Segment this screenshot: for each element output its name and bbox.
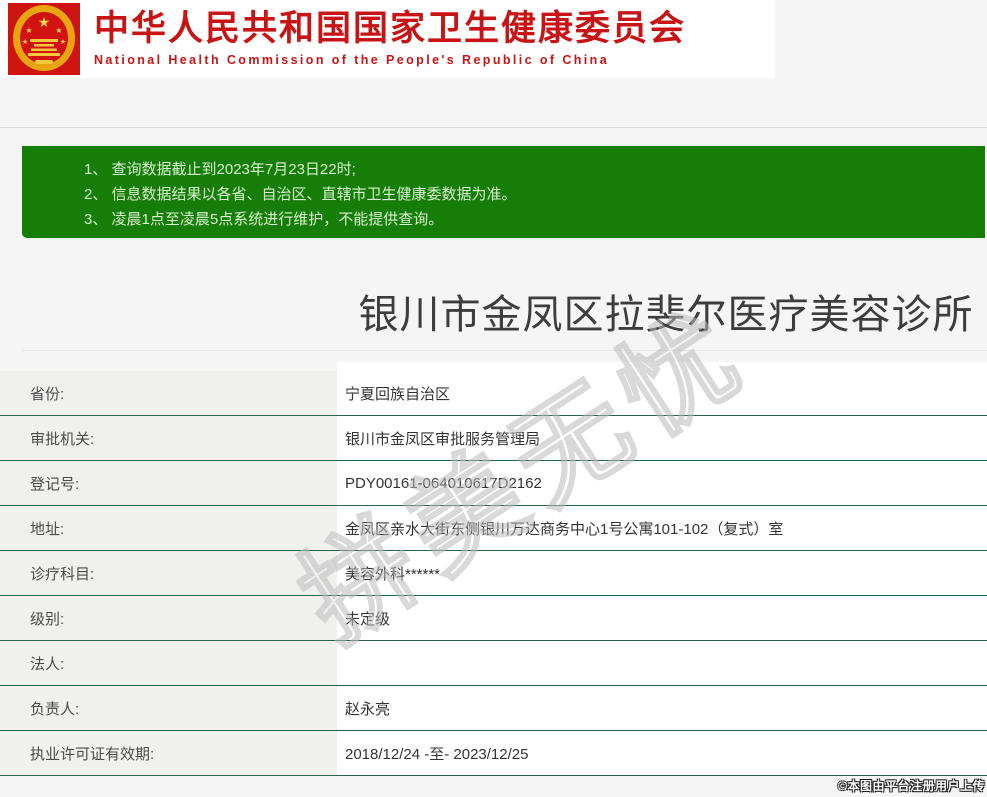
field-value: 2018/12/24 -至- 2023/12/25 xyxy=(337,731,987,775)
table-row-province: 省份: 宁夏回族自治区 xyxy=(0,371,987,416)
svg-text:★: ★ xyxy=(55,26,62,35)
field-label: 诊疗科目: xyxy=(0,551,337,595)
header-divider xyxy=(0,127,987,128)
table-row-treatment-subjects: 诊疗科目: 美容外科****** xyxy=(0,551,987,596)
table-row-legal-person: 法人: xyxy=(0,641,987,686)
field-value: 未定级 xyxy=(337,596,987,640)
field-value xyxy=(337,641,987,685)
field-label: 级别: xyxy=(0,596,337,640)
field-label: 登记号: xyxy=(0,461,337,505)
institution-name-title: 银川市金凤区拉斐尔医疗美容诊所 xyxy=(345,282,987,340)
field-value: 美容外科****** xyxy=(337,551,987,595)
institution-info-table: 省份: 宁夏回族自治区 审批机关: 银川市金凤区审批服务管理局 登记号: PDY… xyxy=(0,371,987,776)
field-value: 银川市金凤区审批服务管理局 xyxy=(337,416,987,460)
field-label: 省份: xyxy=(0,371,337,415)
query-notice-banner: 1、 查询数据截止到2023年7月23日22时; 2、 信息数据结果以各省、自治… xyxy=(22,146,985,238)
svg-text:★: ★ xyxy=(38,14,51,30)
notice-line-1: 1、 查询数据截止到2023年7月23日22时; xyxy=(84,157,975,182)
svg-text:★: ★ xyxy=(60,38,66,46)
table-row-person-in-charge: 负责人: 赵永亮 xyxy=(0,686,987,731)
table-row-approval-authority: 审批机关: 银川市金凤区审批服务管理局 xyxy=(0,416,987,461)
notice-line-3: 3、 凌晨1点至凌晨5点系统进行维护，不能提供查询。 xyxy=(84,207,975,232)
table-row-address: 地址: 金凤区亲水大街东侧银川万达商务中心1号公寓101-102（复式）室 xyxy=(0,506,987,551)
national-emblem-icon: ★ ★ ★ ★ ★ xyxy=(8,3,80,75)
field-label: 地址: xyxy=(0,506,337,550)
field-label: 审批机关: xyxy=(0,416,337,460)
site-header: ★ ★ ★ ★ ★ 中华人民共和国国家卫生健康委员会 National Heal… xyxy=(0,0,775,78)
field-value: PDY00161-064010617D2162 xyxy=(337,461,987,505)
table-row-registration-number: 登记号: PDY00161-064010617D2162 xyxy=(0,461,987,506)
svg-text:★: ★ xyxy=(25,26,32,35)
header-titles: 中华人民共和国国家卫生健康委员会 National Health Commiss… xyxy=(94,8,686,67)
value-column-cap xyxy=(337,362,987,371)
svg-text:★: ★ xyxy=(22,38,28,46)
site-title-english: National Health Commission of the People… xyxy=(94,53,686,67)
table-row-level: 级别: 未定级 xyxy=(0,596,987,641)
field-value: 赵永亮 xyxy=(337,686,987,730)
site-title-chinese: 中华人民共和国国家卫生健康委员会 xyxy=(94,8,686,50)
table-row-license-validity: 执业许可证有效期: 2018/12/24 -至- 2023/12/25 xyxy=(0,731,987,776)
field-value: 宁夏回族自治区 xyxy=(337,371,987,415)
field-value: 金凤区亲水大街东侧银川万达商务中心1号公寓101-102（复式）室 xyxy=(337,506,987,550)
field-label: 负责人: xyxy=(0,686,337,730)
pre-table-divider xyxy=(22,350,987,351)
field-label: 法人: xyxy=(0,641,337,685)
field-label: 执业许可证有效期: xyxy=(0,731,337,775)
notice-line-2: 2、 信息数据结果以各省、自治区、直辖市卫生健康委数据为准。 xyxy=(84,182,975,207)
upload-credit-watermark: ©本图由平台注册用户上传 xyxy=(838,777,985,794)
